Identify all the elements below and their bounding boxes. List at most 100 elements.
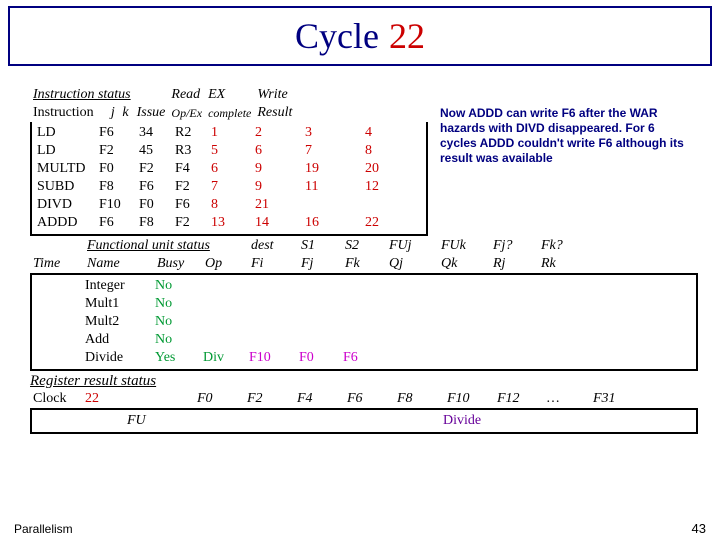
cell: 6 bbox=[252, 142, 302, 160]
cell: 3 bbox=[302, 124, 362, 142]
col-fuj: FUj bbox=[386, 237, 438, 255]
cell: SUBD bbox=[34, 178, 96, 196]
reg-col: … bbox=[544, 390, 590, 408]
cell bbox=[34, 277, 82, 295]
fu-cell bbox=[290, 412, 340, 430]
table-row: Integer No bbox=[34, 277, 584, 295]
fu-cell bbox=[390, 412, 440, 430]
cell: F2 bbox=[172, 214, 208, 232]
col-fjq: Fj? bbox=[490, 237, 538, 255]
cell: Mult1 bbox=[82, 295, 152, 313]
instruction-rows-box: LD F6 34 R2 1 2 3 4 LD F2 45 R3 5 6 7 bbox=[30, 122, 428, 236]
cell: Divide bbox=[82, 349, 152, 367]
title-word-2: 22 bbox=[389, 15, 425, 57]
cell: ADDD bbox=[34, 214, 96, 232]
table-row: MULTD F0 F2 F4 6 9 19 20 bbox=[34, 160, 406, 178]
col-fi: Fi bbox=[248, 255, 298, 273]
fu-label: FU bbox=[124, 412, 190, 430]
cell: DIVD bbox=[34, 196, 96, 214]
fu-cell bbox=[586, 412, 636, 430]
col-write: Write bbox=[254, 86, 295, 104]
cell bbox=[362, 196, 406, 214]
fu-rows-table: Integer No Mult1 No Mult2 No bbox=[34, 277, 584, 367]
cell: F2 bbox=[96, 142, 136, 160]
cell: 5 bbox=[208, 142, 252, 160]
fu-status-section: Functional unit status dest S1 S2 FUj FU… bbox=[30, 237, 700, 371]
fu-cell bbox=[190, 412, 240, 430]
cell bbox=[246, 277, 584, 295]
col-dest: dest bbox=[248, 237, 298, 255]
table-row: DIVD F10 F0 F6 8 21 bbox=[34, 196, 406, 214]
col-fuk: FUk bbox=[438, 237, 490, 255]
cell: LD bbox=[34, 124, 96, 142]
cell: 1 bbox=[208, 124, 252, 142]
col-opex: Op/Ex bbox=[168, 104, 205, 122]
cell: F0 bbox=[136, 196, 172, 214]
table-row: ADDD F6 F8 F2 13 14 16 22 bbox=[34, 214, 406, 232]
side-note: Now ADDD can write F6 after the WAR haza… bbox=[440, 106, 690, 166]
cell: F6 bbox=[96, 214, 136, 232]
col-instruction: Instruction bbox=[30, 104, 108, 122]
cell: F2 bbox=[172, 178, 208, 196]
footer-right: 43 bbox=[692, 521, 706, 536]
cell: F6 bbox=[96, 124, 136, 142]
reg-table: Clock 22 F0 F2 F4 F6 F8 F10 F12 … F31 bbox=[30, 390, 640, 408]
col-ex: EX bbox=[205, 86, 254, 104]
col-fj: Fj bbox=[298, 255, 342, 273]
fu-cell bbox=[340, 412, 390, 430]
col-op: Op bbox=[202, 255, 248, 273]
cell: 9 bbox=[252, 178, 302, 196]
cell: 4 bbox=[362, 124, 406, 142]
col-qj: Qj bbox=[386, 255, 438, 273]
reg-col: F8 bbox=[394, 390, 444, 408]
reg-col: F12 bbox=[494, 390, 544, 408]
table-row: Mult2 No bbox=[34, 313, 584, 331]
cell: F0 bbox=[296, 349, 340, 367]
cell: No bbox=[152, 331, 200, 349]
table-row: Divide Yes Div F10 F0 F6 bbox=[34, 349, 584, 367]
table-row: Add No bbox=[34, 331, 584, 349]
cell bbox=[384, 349, 436, 367]
cell: 22 bbox=[362, 214, 406, 232]
col-complete: complete bbox=[205, 104, 254, 122]
footer-left: Parallelism bbox=[14, 522, 73, 536]
col-s2: S2 bbox=[342, 237, 386, 255]
col-qk: Qk bbox=[438, 255, 490, 273]
cell: 14 bbox=[252, 214, 302, 232]
instruction-status-table: Instruction status Read EX Write Instruc… bbox=[30, 86, 295, 122]
cell: 45 bbox=[136, 142, 172, 160]
fu-header-table: Functional unit status dest S1 S2 FUj FU… bbox=[30, 237, 586, 273]
cell bbox=[200, 277, 246, 295]
table-row: LD F6 34 R2 1 2 3 4 bbox=[34, 124, 406, 142]
fu-rows-box: Integer No Mult1 No Mult2 No bbox=[30, 273, 698, 371]
reg-fu-box: FU Divide bbox=[30, 408, 698, 434]
col-j: j bbox=[108, 104, 120, 122]
col-time: Time bbox=[30, 255, 84, 273]
cell: 2 bbox=[252, 124, 302, 142]
cell: 19 bbox=[302, 160, 362, 178]
fu-cell bbox=[240, 412, 290, 430]
cell: 6 bbox=[208, 160, 252, 178]
col-fkq: Fk? bbox=[538, 237, 586, 255]
cell: R2 bbox=[172, 124, 208, 142]
cell: 8 bbox=[362, 142, 406, 160]
fu-cell bbox=[540, 412, 586, 430]
cell: No bbox=[152, 313, 200, 331]
cell: F4 bbox=[172, 160, 208, 178]
cell: F10 bbox=[246, 349, 296, 367]
col-issue: Issue bbox=[134, 104, 169, 122]
cell: F6 bbox=[136, 178, 172, 196]
table-row: Mult1 No bbox=[34, 295, 584, 313]
cell bbox=[436, 349, 488, 367]
cell: MULTD bbox=[34, 160, 96, 178]
cell: Integer bbox=[82, 277, 152, 295]
fu-heading: Functional unit status bbox=[84, 237, 248, 255]
cell bbox=[536, 349, 584, 367]
cell: 7 bbox=[208, 178, 252, 196]
cell: F2 bbox=[136, 160, 172, 178]
cell: 11 bbox=[302, 178, 362, 196]
cell bbox=[302, 196, 362, 214]
col-read: Read bbox=[168, 86, 205, 104]
cell: 16 bbox=[302, 214, 362, 232]
clock-label: Clock bbox=[30, 390, 82, 408]
